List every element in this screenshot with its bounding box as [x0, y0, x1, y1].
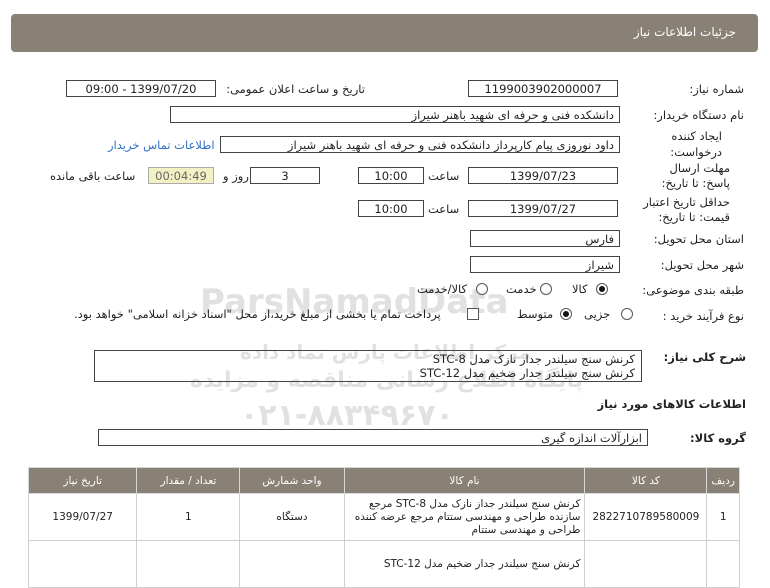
treasury-payment-checkbox[interactable] [467, 308, 479, 320]
need-number-field: 1199003902000007 [468, 80, 618, 97]
remaining-time-label: ساعت باقی مانده [50, 169, 136, 183]
process-medium-radio[interactable] [560, 308, 572, 320]
process-medium-label: متوسط [517, 307, 554, 321]
description-line-2: کرنش سنج سیلندر جدار ضخیم مدل STC-12 [419, 366, 635, 380]
cell-unit: دستگاه [239, 493, 345, 541]
category-goods-service-radio[interactable] [476, 283, 488, 295]
deadline-time-field: 10:00 [358, 167, 424, 184]
col-header-quantity: تعداد / مقدار [136, 467, 241, 494]
deadline-time-label: ساعت [428, 169, 460, 183]
category-goods-radio[interactable] [596, 283, 608, 295]
category-goods-label: کالا [572, 282, 588, 296]
category-service-label: خدمت [506, 282, 537, 296]
remaining-days-label: روز و [223, 169, 249, 183]
creator-label: ایجاد کننده درخواست: [670, 129, 722, 159]
creator-field: داود نوروزی پیام کارپرداز دانشکده فنی و … [220, 136, 620, 153]
description-line-1: کرنش سنج سیلندر جدار نازک مدل STC-8 [432, 352, 635, 366]
page-header: جزئیات اطلاعات نیاز [11, 14, 758, 52]
category-label: طبقه بندی موضوعی: [642, 283, 744, 297]
cell-code: 2822710789580009 [584, 493, 708, 541]
cell-row [706, 540, 740, 588]
col-header-row: ردیف [706, 467, 740, 494]
province-field: فارس [470, 230, 620, 247]
need-number-label: شماره نیاز: [689, 82, 744, 96]
validity-time-field: 10:00 [358, 200, 424, 217]
cell-row: 1 [706, 493, 740, 541]
description-box: کرنش سنج سیلندر جدار نازک مدل STC-8 کرنش… [94, 350, 642, 382]
goods-section-title: اطلاعات کالاهای مورد نیاز [597, 397, 746, 411]
validity-date-field: 1399/07/27 [468, 200, 618, 217]
cell-quantity: 1 [136, 493, 241, 541]
cell-unit [239, 540, 345, 588]
buyer-contact-link[interactable]: اطلاعات تماس خریدار [108, 138, 215, 152]
goods-table-header-row: تاریخ نیاز تعداد / مقدار واحد شمارش نام … [27, 467, 740, 494]
cell-date: 1399/07/27 [27, 493, 138, 541]
watermark-phone: ۰۲۱-۸۸۳۴۹۶۷۰ [240, 398, 454, 433]
col-header-code: کد کالا [584, 467, 708, 494]
category-goods-service-label: کالا/خدمت [417, 282, 468, 296]
announce-date-field: 1399/07/20 - 09:00 [66, 80, 216, 97]
table-row[interactable]: 1399/07/27 1 دستگاه کرنش سنج سیلندر جداز… [27, 493, 740, 541]
description-label: شرح کلی نیاز: [663, 350, 746, 364]
validity-time-label: ساعت [428, 202, 460, 216]
category-service-radio[interactable] [540, 283, 552, 295]
table-row[interactable]: کرنش سنج سیلندر جدار ضخیم مدل STC-12 [27, 540, 740, 588]
deadline-label: مهلت ارسال پاسخ: تا تاریخ: [661, 161, 730, 190]
process-minor-label: جزیی [584, 307, 611, 321]
validity-label: حداقل تاریخ اعتبار قیمت: تا تاریخ: [643, 195, 730, 224]
remaining-days-field: 3 [250, 167, 320, 184]
cell-name: کرنش سنج سیلندر جدار ضخیم مدل STC-12 [343, 540, 586, 588]
province-label: استان محل تحویل: [653, 232, 744, 246]
cell-quantity [136, 540, 241, 588]
col-header-date: تاریخ نیاز [27, 467, 138, 494]
cell-name: کرنش سنج سیلندر جداز نازک مدل STC-8 مرجع… [343, 493, 586, 541]
city-field: شیراز [470, 256, 620, 273]
process-type-label: نوع فرآیند خرید : [662, 309, 744, 323]
goods-group-label: گروه کالا: [690, 431, 746, 445]
remaining-time-field: 00:04:49 [148, 167, 214, 184]
treasury-payment-note: پرداخت تمام یا بخشی از مبلغ خرید،از محل … [74, 307, 441, 321]
col-header-unit: واحد شمارش [239, 467, 345, 494]
goods-table: تاریخ نیاز تعداد / مقدار واحد شمارش نام … [27, 467, 740, 588]
col-header-name: نام کالا [343, 467, 586, 494]
announce-date-label: تاریخ و ساعت اعلان عمومی: [226, 82, 365, 96]
buyer-field: دانشکده فنی و حرفه ای شهید باهنر شیراز [170, 106, 620, 123]
city-label: شهر محل تحویل: [660, 258, 744, 272]
cell-date [27, 540, 138, 588]
goods-group-field: ابزارآلات اندازه گیری [98, 429, 648, 446]
buyer-label: نام دستگاه خریدار: [653, 108, 744, 122]
cell-code [584, 540, 708, 588]
process-minor-radio[interactable] [621, 308, 633, 320]
deadline-date-field: 1399/07/23 [468, 167, 618, 184]
page-title: جزئیات اطلاعات نیاز [633, 25, 736, 39]
